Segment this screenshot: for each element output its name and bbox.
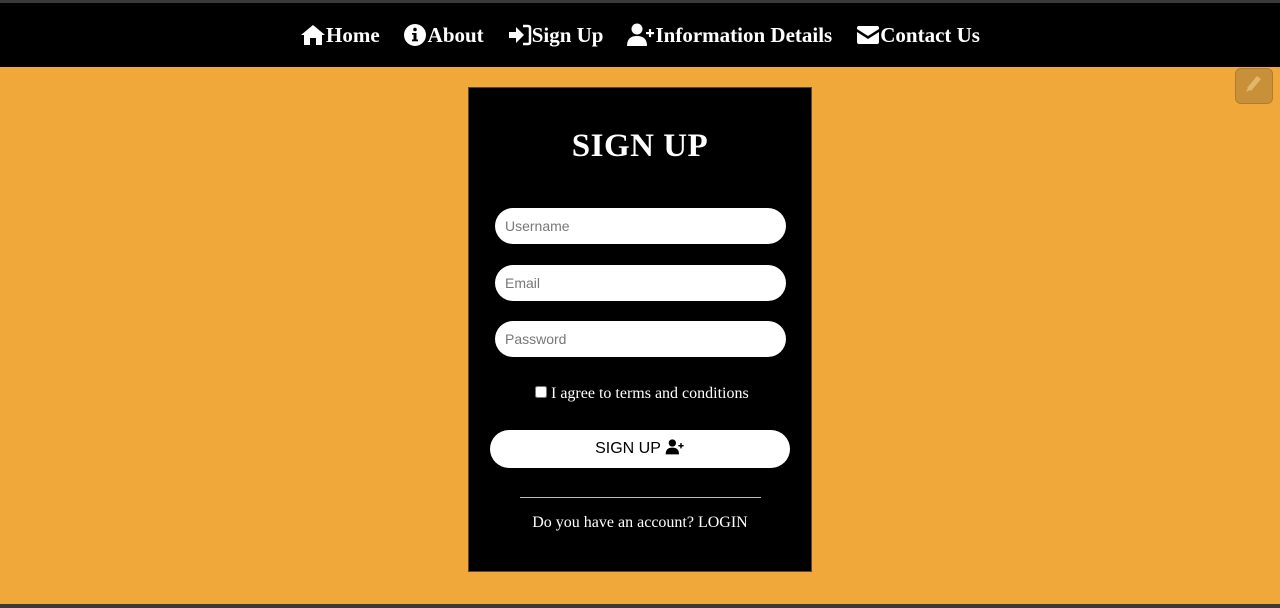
- email-input[interactable]: [495, 265, 786, 301]
- nav-information-details-label: Information Details: [655, 22, 833, 47]
- pencil-icon: [1243, 73, 1265, 100]
- terms-checkbox[interactable]: [535, 386, 547, 398]
- nav-signup-link[interactable]: Sign Up: [508, 22, 604, 48]
- login-link[interactable]: LOGIN: [698, 514, 748, 531]
- nav-about-link[interactable]: About: [403, 22, 484, 48]
- divider: [520, 497, 761, 498]
- nav-home-link[interactable]: Home: [300, 23, 380, 48]
- edit-floating-button[interactable]: [1235, 68, 1273, 104]
- nav-contact-label: Contact Us: [880, 22, 980, 47]
- nav-contact-link[interactable]: Contact Us: [856, 23, 980, 48]
- terms-agreement: I agree to terms and conditions: [535, 385, 749, 403]
- user-plus-icon: [627, 23, 655, 47]
- user-plus-icon: [661, 438, 685, 460]
- account-question: Do you have an account?: [532, 514, 694, 531]
- nav-home-label: Home: [326, 22, 380, 47]
- username-input[interactable]: [495, 208, 786, 244]
- window-bottom-border: [0, 604, 1280, 608]
- login-prompt: Do you have an account? LOGIN: [0, 514, 1280, 532]
- navbar: Home About Sign Up Information Details C…: [0, 3, 1280, 67]
- sign-in-icon: [508, 24, 532, 46]
- terms-label: I agree to terms and conditions: [551, 385, 749, 402]
- envelope-icon: [856, 25, 880, 45]
- page-title: SIGN UP: [571, 128, 709, 164]
- password-input[interactable]: [495, 321, 786, 357]
- signup-submit-button[interactable]: SIGN UP: [490, 430, 790, 468]
- nav-signup-label: Sign Up: [531, 22, 604, 47]
- info-circle-icon: [403, 23, 428, 47]
- signup-submit-label: SIGN UP: [595, 440, 661, 457]
- home-icon: [300, 24, 326, 46]
- nav-information-details-link[interactable]: Information Details: [627, 23, 832, 48]
- nav-about-label: About: [427, 22, 484, 47]
